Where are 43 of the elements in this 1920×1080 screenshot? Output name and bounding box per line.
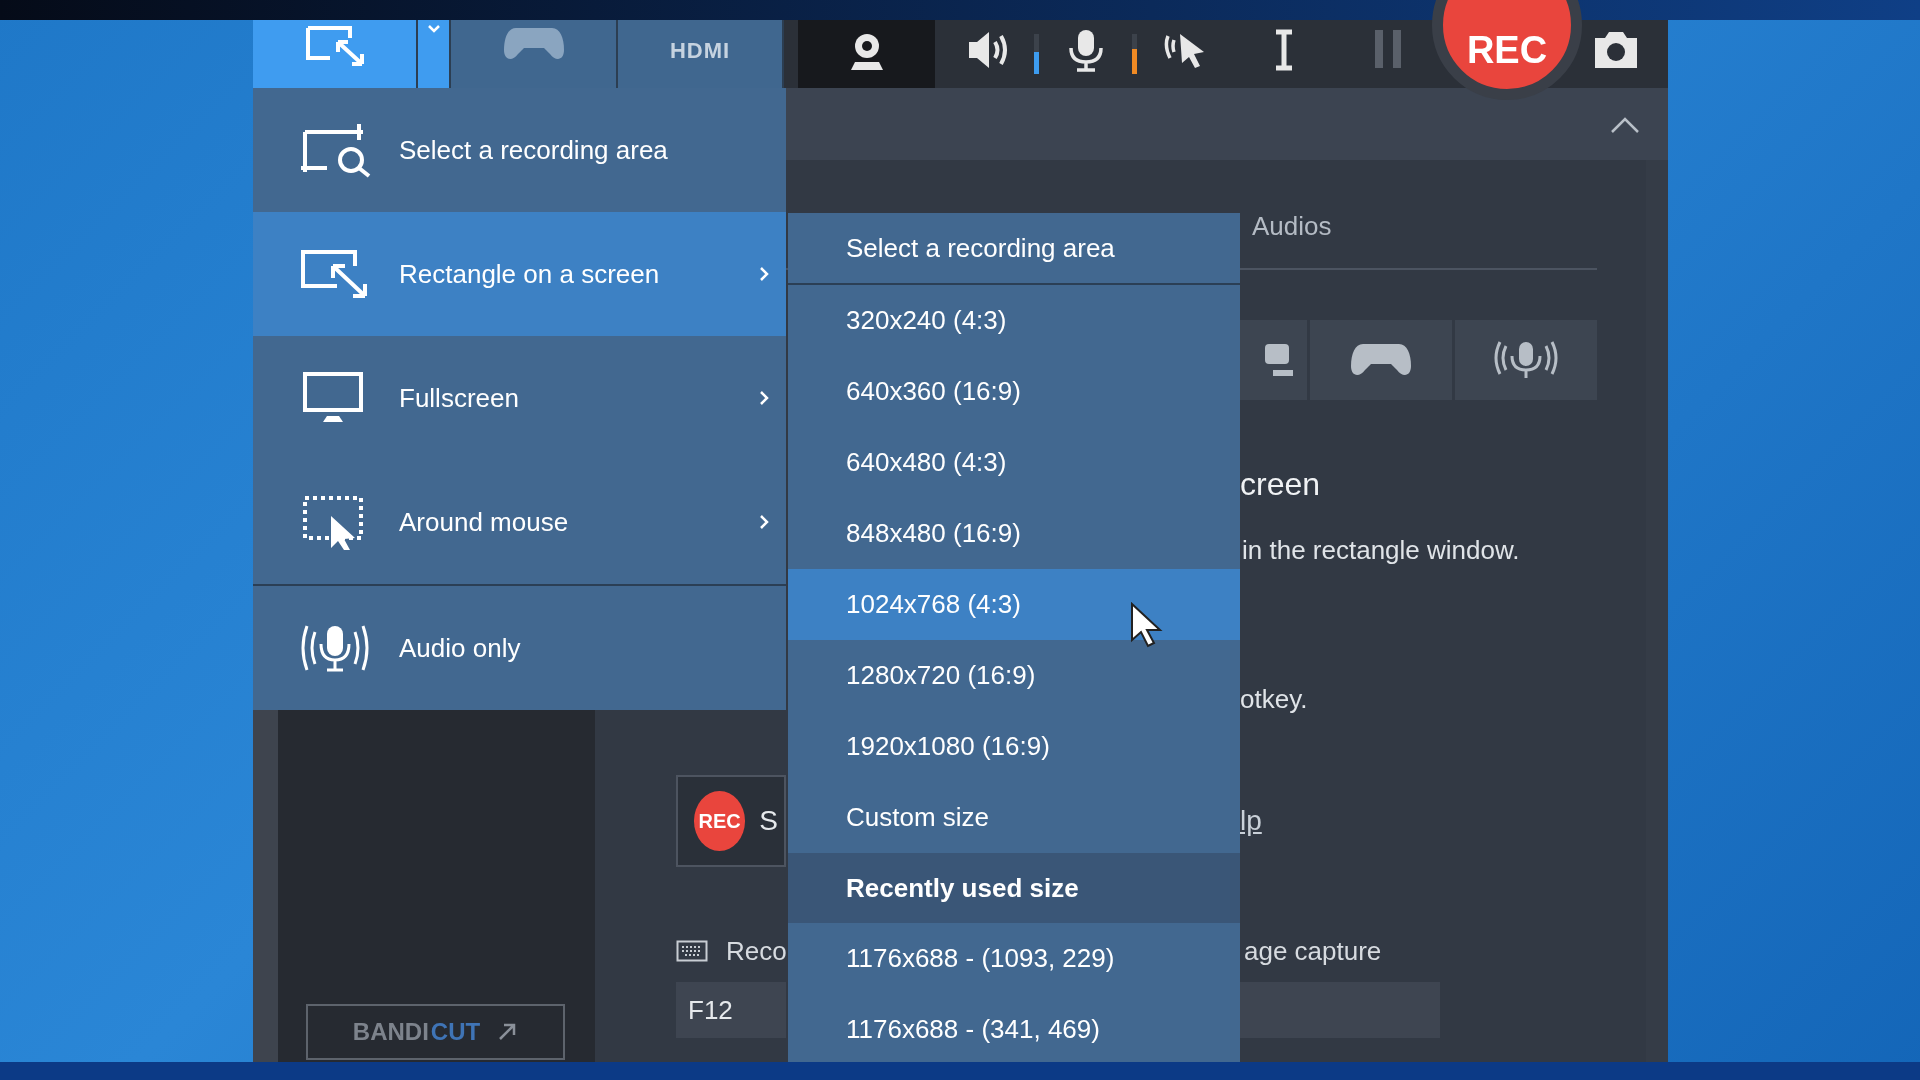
size-option[interactable]: 1920x1080 (16:9) [788,711,1240,782]
audios-tab[interactable]: Audios [1252,211,1332,242]
hotkey-label: Reco [726,935,787,967]
menu-item[interactable]: Select a recording area [253,88,786,212]
game-source-button[interactable] [1310,320,1452,400]
size-option[interactable]: 640x360 (16:9) [788,356,1240,427]
mouse-pointer-icon [1130,602,1164,648]
caret-icon [426,24,441,34]
submenu-header: Select a recording area [788,213,1240,285]
mode-description: in the rectangle window. [1242,535,1521,566]
help-link[interactable]: lp [1240,805,1262,837]
webcam-button[interactable] [798,20,935,88]
collapse-icon[interactable] [1610,116,1640,134]
hotkey-label: age capture [1244,935,1382,967]
menu-item[interactable]: Audio only [253,584,786,710]
size-option[interactable]: 1024x768 (4:3) [788,569,1240,640]
size-option[interactable]: 1280x720 (16:9) [788,640,1240,711]
mode-dropdown-button[interactable] [418,20,451,88]
size-option[interactable]: 320x240 (4:3) [788,285,1240,356]
hdmi-label: HDMI [669,38,731,64]
menu-item[interactable]: Rectangle on a screen [253,212,786,336]
menu-item[interactable]: Around mouse [253,460,786,584]
size-option[interactable]: 848x480 (16:9) [788,498,1240,569]
bandicut-button[interactable]: BANDICUT [306,1004,565,1060]
hdmi-source-button[interactable] [1240,320,1307,400]
mode-tab[interactable]: HDMI [618,20,784,88]
hotkey-field[interactable] [1240,982,1440,1038]
size-option[interactable]: 640x480 (4:3) [788,427,1240,498]
recent-size-option[interactable]: 1176x688 - (1093, 229) [788,923,1240,994]
mode-tab[interactable] [253,20,418,88]
audio-source-button[interactable] [1455,320,1597,400]
menu-item[interactable]: Fullscreen [253,336,786,460]
size-option[interactable]: Custom size [788,782,1240,853]
mode-heading: creen [1240,466,1322,503]
camera-icon [1593,30,1639,70]
recent-size-option[interactable]: 1176x688 - (341, 469) [788,994,1240,1065]
start-recording-button[interactable]: REC S [676,775,786,867]
recent-sizes-header: Recently used size [788,853,1240,923]
record-button[interactable]: REC [1432,0,1582,100]
rec-badge: REC [694,791,746,851]
instruction-step: otkey. [1240,684,1646,715]
hotkey-field[interactable]: F12 [676,982,786,1038]
keyboard-icon [676,940,708,962]
